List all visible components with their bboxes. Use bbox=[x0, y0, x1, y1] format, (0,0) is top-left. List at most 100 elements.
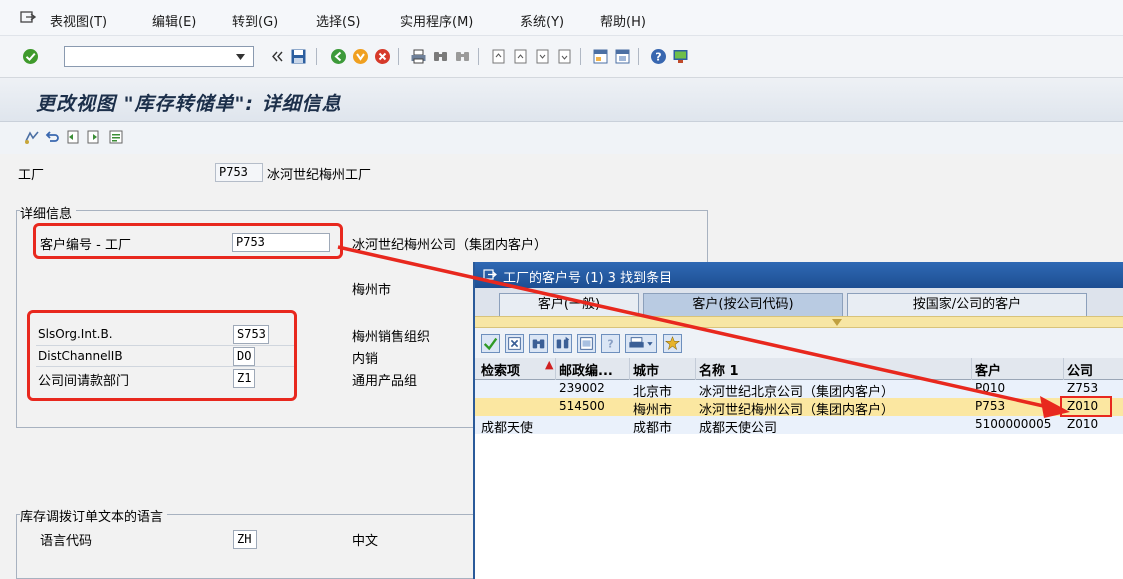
cancel-x-icon[interactable] bbox=[505, 334, 524, 353]
column-header-customer[interactable]: 客户 bbox=[975, 360, 1001, 379]
display-change-icon[interactable] bbox=[24, 129, 40, 145]
tab-customer-general[interactable]: 客户(一般) bbox=[499, 293, 639, 316]
cell-customer: 5100000005 bbox=[975, 417, 1052, 431]
next-entry-icon[interactable] bbox=[86, 129, 102, 145]
print-icon[interactable] bbox=[410, 48, 427, 65]
cell-search-term: 成都天使 bbox=[481, 421, 534, 436]
tab-customer-by-company-code[interactable]: 客户(按公司代码) bbox=[643, 293, 843, 316]
distchannel-description: 内销 bbox=[352, 352, 379, 367]
copy-entry-icon[interactable] bbox=[108, 129, 124, 145]
expand-triangle-icon[interactable] bbox=[831, 318, 843, 327]
screen-title-bar: 更改视图 "库存转储单": 详细信息 bbox=[0, 78, 1123, 122]
table-row[interactable]: 成都天使 成都市 成都天使公司 5100000005 Z010 bbox=[475, 416, 1123, 436]
cell-company: Z010 bbox=[1067, 417, 1099, 431]
plant-description: 冰河世纪梅州工厂 bbox=[267, 168, 372, 183]
command-dropdown-icon[interactable] bbox=[232, 48, 249, 65]
menu-item-goto[interactable]: 转到(G) bbox=[232, 11, 278, 30]
help-icon[interactable]: ? bbox=[650, 48, 667, 65]
column-header-city[interactable]: 城市 bbox=[633, 360, 659, 379]
value-help-popup: 工厂的客户号 (1) 3 找到条目 客户(一般) 客户(按公司代码) 按国家/公… bbox=[473, 262, 1123, 579]
language-description: 中文 bbox=[352, 534, 379, 549]
cancel-icon[interactable] bbox=[374, 48, 391, 65]
cell-postal-code: 514500 bbox=[559, 399, 605, 413]
information-icon[interactable] bbox=[577, 334, 596, 353]
menu-bar: 表视图(T) 编辑(E) 转到(G) 选择(S) 实用程序(M) 系统(Y) 帮… bbox=[0, 0, 1123, 36]
customer-description: 冰河世纪梅州公司（集团内客户） bbox=[352, 238, 548, 253]
next-page-icon[interactable] bbox=[534, 48, 551, 65]
toolbar-separator bbox=[638, 48, 639, 65]
popup-tabstrip: 客户(一般) 客户(按公司代码) 按国家/公司的客户 bbox=[475, 288, 1123, 316]
first-page-icon[interactable] bbox=[490, 48, 507, 65]
plant-value: P753 bbox=[219, 165, 248, 179]
toolbar-separator bbox=[398, 48, 399, 65]
standard-toolbar: ? bbox=[0, 36, 1123, 78]
cell-company: Z010 bbox=[1067, 399, 1099, 413]
language-value: ZH bbox=[237, 532, 252, 546]
help-question-icon[interactable]: ? bbox=[601, 334, 620, 353]
division-description: 通用产品组 bbox=[352, 374, 418, 389]
details-group-title: 详细信息 bbox=[20, 203, 77, 222]
toolbar-separator bbox=[478, 48, 479, 65]
customer-city: 梅州市 bbox=[352, 283, 392, 298]
popup-title: 工厂的客户号 (1) 3 找到条目 bbox=[503, 271, 673, 286]
command-field[interactable] bbox=[64, 46, 254, 67]
enter-check-icon[interactable] bbox=[22, 48, 39, 65]
previous-page-icon[interactable] bbox=[512, 48, 529, 65]
layout-menu-icon[interactable] bbox=[672, 48, 689, 65]
save-icon[interactable] bbox=[290, 48, 307, 65]
menu-item-system[interactable]: 系统(Y) bbox=[520, 11, 564, 30]
highlight-box-customer bbox=[33, 223, 343, 259]
restriction-toggle-bar[interactable] bbox=[475, 316, 1123, 328]
copy-check-icon[interactable] bbox=[481, 334, 500, 353]
find-next-icon[interactable] bbox=[454, 48, 471, 65]
shortcut-icon[interactable] bbox=[614, 48, 631, 65]
tab-customer-by-country[interactable]: 按国家/公司的客户 bbox=[847, 293, 1087, 316]
find-icon[interactable] bbox=[432, 48, 449, 65]
find-next-icon[interactable] bbox=[553, 334, 572, 353]
column-header-postal-code[interactable]: 邮政编... bbox=[559, 360, 613, 379]
undo-icon[interactable] bbox=[44, 129, 60, 145]
plant-label: 工厂 bbox=[18, 168, 45, 183]
cell-customer: P753 bbox=[975, 399, 1006, 413]
svg-text:?: ? bbox=[655, 51, 661, 64]
back-icon[interactable] bbox=[330, 48, 347, 65]
cell-customer: P010 bbox=[975, 381, 1006, 395]
personal-list-icon[interactable] bbox=[663, 334, 682, 353]
double-chevron-left-icon[interactable] bbox=[268, 48, 285, 65]
menu-item-select[interactable]: 选择(S) bbox=[316, 11, 360, 30]
table-row[interactable]: 239002 北京市 冰河世纪北京公司（集团内客户） P010 Z753 bbox=[475, 380, 1123, 400]
language-group-title: 库存调拨订单文本的语言 bbox=[20, 506, 168, 525]
cell-postal-code: 239002 bbox=[559, 381, 605, 395]
cell-company: Z753 bbox=[1067, 381, 1099, 395]
page-title: 更改视图 "库存转储单": 详细信息 bbox=[36, 93, 342, 115]
column-header-name[interactable]: 名称 1 bbox=[699, 360, 739, 379]
cell-city: 成都市 bbox=[633, 421, 673, 436]
popup-menu-icon[interactable] bbox=[483, 268, 497, 282]
menu-item-help[interactable]: 帮助(H) bbox=[600, 11, 646, 30]
new-session-icon[interactable] bbox=[592, 48, 609, 65]
svg-text:?: ? bbox=[607, 338, 613, 351]
plant-field[interactable]: P753 bbox=[215, 163, 263, 182]
toolbar-separator bbox=[316, 48, 317, 65]
table-row-selected[interactable]: 514500 梅州市 冰河世纪梅州公司（集团内客户） P753 Z010 bbox=[475, 398, 1123, 418]
highlight-box-org-data bbox=[27, 310, 297, 401]
sort-ascending-icon: ▲ bbox=[545, 358, 554, 371]
menu-item-edit[interactable]: 编辑(E) bbox=[152, 11, 196, 30]
column-header-search-term[interactable]: 检索项 bbox=[481, 360, 520, 379]
menu-item-table-view[interactable]: 表视图(T) bbox=[50, 11, 107, 30]
cell-name: 成都天使公司 bbox=[699, 421, 778, 436]
previous-entry-icon[interactable] bbox=[64, 129, 80, 145]
last-page-icon[interactable] bbox=[556, 48, 573, 65]
column-header-company[interactable]: 公司 bbox=[1067, 360, 1093, 379]
result-list-header: 检索项 ▲ 邮政编... 城市 名称 1 客户 公司 bbox=[475, 358, 1123, 380]
language-input[interactable]: ZH bbox=[233, 530, 257, 549]
popup-title-bar: 工厂的客户号 (1) 3 找到条目 bbox=[475, 262, 1123, 288]
toolbar-separator bbox=[580, 48, 581, 65]
salesorg-description: 梅州销售组织 bbox=[352, 330, 431, 345]
print-dropdown-icon[interactable] bbox=[625, 334, 657, 353]
menu-arrow-icon[interactable] bbox=[20, 10, 36, 24]
exit-icon[interactable] bbox=[352, 48, 369, 65]
menu-item-utilities[interactable]: 实用程序(M) bbox=[400, 11, 473, 30]
find-icon[interactable] bbox=[529, 334, 548, 353]
language-label: 语言代码 bbox=[40, 534, 93, 549]
